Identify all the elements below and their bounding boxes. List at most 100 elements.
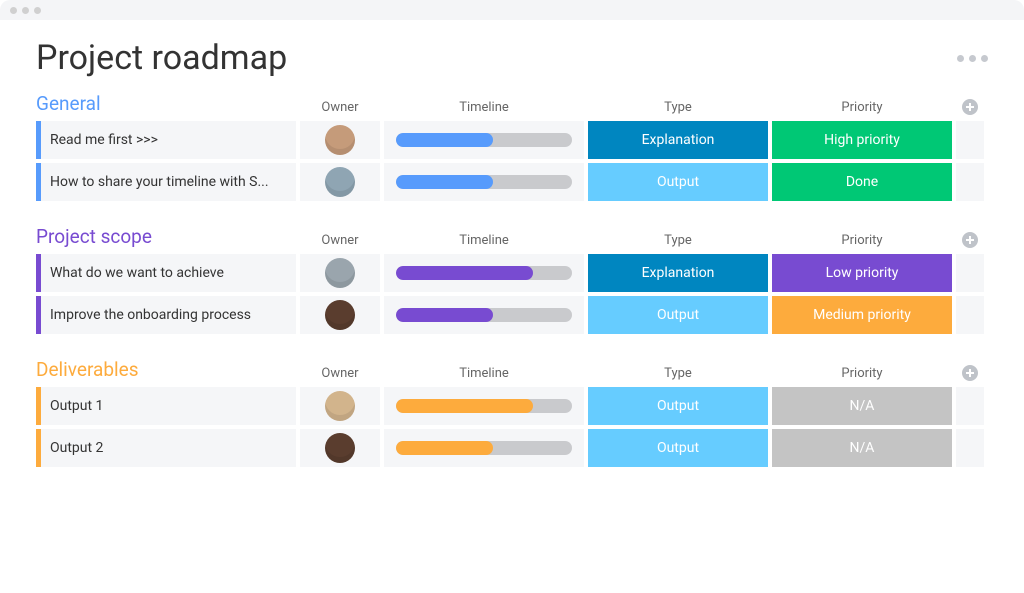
task-name-text: Improve the onboarding process [50, 307, 251, 323]
table-row[interactable]: Improve the onboarding process OutputMedi… [36, 296, 988, 334]
task-name-text: How to share your timeline with S... [50, 174, 269, 190]
column-header-owner[interactable]: Owner [300, 366, 380, 381]
type-badge: Explanation [588, 121, 768, 159]
timeline-cell[interactable] [384, 296, 584, 334]
timeline-cell[interactable] [384, 429, 584, 467]
type-badge: Explanation [588, 254, 768, 292]
group: Project scope Owner Timeline Type Priority Wh… [36, 225, 988, 334]
column-header-priority[interactable]: Priority [772, 233, 952, 248]
owner-cell[interactable] [300, 254, 380, 292]
type-badge: Output [588, 163, 768, 201]
column-header-priority[interactable]: Priority [772, 100, 952, 115]
table-row[interactable]: Output 2 OutputN/A [36, 429, 988, 467]
group: General Owner Timeline Type Priority Read me … [36, 92, 988, 201]
task-name-cell[interactable]: Output 2 [36, 429, 296, 467]
group-color-stripe [36, 121, 41, 159]
task-name-cell[interactable]: What do we want to achieve [36, 254, 296, 292]
board-more-button[interactable] [957, 55, 988, 62]
group-header: General Owner Timeline Type Priority [36, 92, 988, 115]
table-row[interactable]: What do we want to achieve ExplanationLow… [36, 254, 988, 292]
add-column-button[interactable] [956, 365, 984, 381]
priority-cell[interactable]: High priority [772, 121, 952, 159]
table-row[interactable]: Read me first >>> ExplanationHigh priorit… [36, 121, 988, 159]
priority-cell[interactable]: N/A [772, 429, 952, 467]
priority-badge: High priority [772, 121, 952, 159]
timeline-cell[interactable] [384, 387, 584, 425]
task-name-cell[interactable]: How to share your timeline with S... [36, 163, 296, 201]
window-titlebar [0, 0, 1024, 20]
priority-badge: Medium priority [772, 296, 952, 334]
column-header-type[interactable]: Type [588, 233, 768, 248]
app-window: Project roadmap General Owner Timeline Type… [0, 0, 1024, 593]
plus-icon [962, 99, 978, 115]
type-cell[interactable]: Output [588, 429, 768, 467]
group-title[interactable]: General [36, 92, 296, 115]
timeline-fill [396, 399, 533, 413]
window-dot-icon [10, 7, 17, 14]
type-badge: Output [588, 387, 768, 425]
owner-cell[interactable] [300, 429, 380, 467]
timeline-track [396, 441, 572, 455]
type-cell[interactable]: Explanation [588, 254, 768, 292]
column-header-owner[interactable]: Owner [300, 100, 380, 115]
row-tail [956, 163, 984, 201]
timeline-track [396, 175, 572, 189]
priority-badge: N/A [772, 387, 952, 425]
group-header: Project scope Owner Timeline Type Priority [36, 225, 988, 248]
timeline-track [396, 399, 572, 413]
priority-cell[interactable]: Low priority [772, 254, 952, 292]
task-name-cell[interactable]: Improve the onboarding process [36, 296, 296, 334]
avatar [325, 300, 355, 330]
type-cell[interactable]: Output [588, 296, 768, 334]
column-header-timeline[interactable]: Timeline [384, 233, 584, 248]
owner-cell[interactable] [300, 296, 380, 334]
task-name-cell[interactable]: Read me first >>> [36, 121, 296, 159]
priority-badge: Low priority [772, 254, 952, 292]
priority-badge: Done [772, 163, 952, 201]
type-cell[interactable]: Output [588, 163, 768, 201]
owner-cell[interactable] [300, 163, 380, 201]
column-header-timeline[interactable]: Timeline [384, 366, 584, 381]
type-cell[interactable]: Output [588, 387, 768, 425]
column-header-timeline[interactable]: Timeline [384, 100, 584, 115]
column-header-owner[interactable]: Owner [300, 233, 380, 248]
board-header: Project roadmap [36, 38, 988, 78]
priority-cell[interactable]: N/A [772, 387, 952, 425]
table-row[interactable]: How to share your timeline with S... Outp… [36, 163, 988, 201]
page-title[interactable]: Project roadmap [36, 38, 287, 78]
add-column-button[interactable] [956, 99, 984, 115]
timeline-track [396, 308, 572, 322]
priority-cell[interactable]: Done [772, 163, 952, 201]
avatar [325, 391, 355, 421]
priority-badge: N/A [772, 429, 952, 467]
group-color-stripe [36, 163, 41, 201]
group-color-stripe [36, 387, 41, 425]
plus-icon [962, 232, 978, 248]
task-name-cell[interactable]: Output 1 [36, 387, 296, 425]
column-header-type[interactable]: Type [588, 366, 768, 381]
group-header: Deliverables Owner Timeline Type Priority [36, 358, 988, 381]
window-dot-icon [34, 7, 41, 14]
row-tail [956, 296, 984, 334]
timeline-fill [396, 175, 493, 189]
type-cell[interactable]: Explanation [588, 121, 768, 159]
row-tail [956, 429, 984, 467]
timeline-cell[interactable] [384, 121, 584, 159]
group-color-stripe [36, 254, 41, 292]
column-header-type[interactable]: Type [588, 100, 768, 115]
timeline-cell[interactable] [384, 163, 584, 201]
dot-icon [969, 55, 976, 62]
timeline-fill [396, 266, 533, 280]
board-content: Project roadmap General Owner Timeline Type… [0, 20, 1024, 501]
add-column-button[interactable] [956, 232, 984, 248]
table-row[interactable]: Output 1 OutputN/A [36, 387, 988, 425]
priority-cell[interactable]: Medium priority [772, 296, 952, 334]
timeline-track [396, 266, 572, 280]
owner-cell[interactable] [300, 387, 380, 425]
group-title[interactable]: Project scope [36, 225, 296, 248]
avatar [325, 125, 355, 155]
column-header-priority[interactable]: Priority [772, 366, 952, 381]
owner-cell[interactable] [300, 121, 380, 159]
group-title[interactable]: Deliverables [36, 358, 296, 381]
timeline-cell[interactable] [384, 254, 584, 292]
